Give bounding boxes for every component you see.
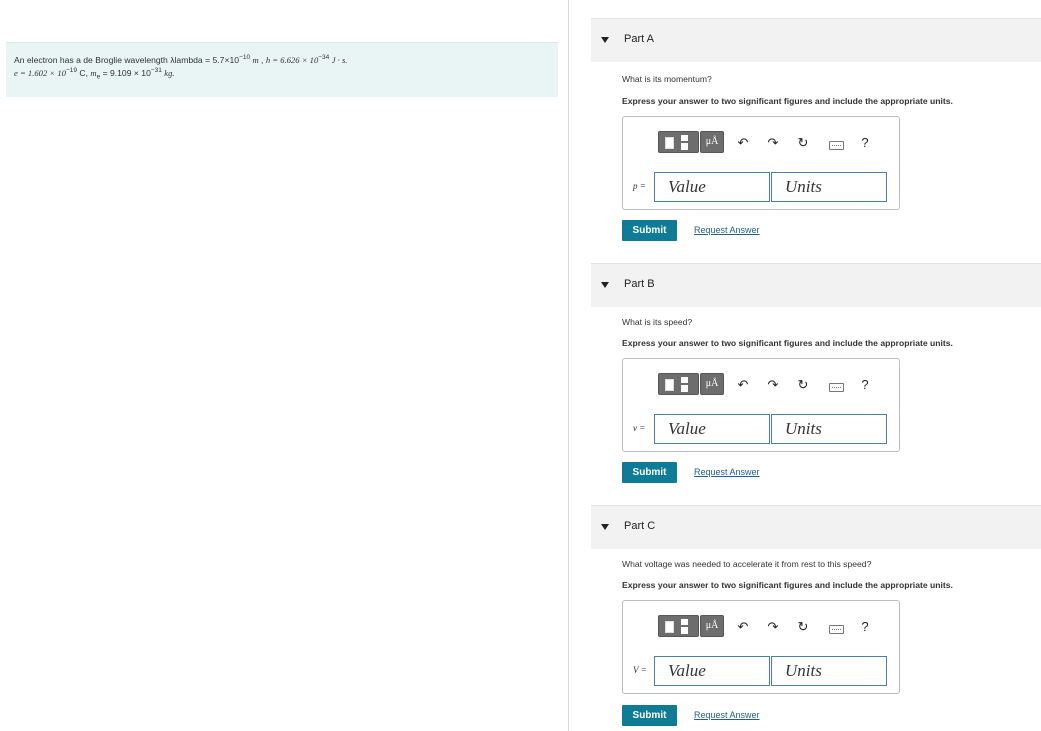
units-button[interactable]: μÅ	[700, 615, 724, 637]
charge-unit: C,	[79, 68, 88, 78]
undo-icon[interactable]: ↶	[735, 619, 751, 635]
problem-statement: An electron has a de Broglie wavelength …	[6, 42, 558, 97]
part-c-value-input[interactable]: Value	[654, 656, 770, 686]
part-b-units-input[interactable]: Units	[771, 414, 887, 444]
part-a-request-answer-link[interactable]: Request Answer	[694, 225, 760, 235]
collapse-triangle-icon[interactable]	[601, 524, 609, 530]
electron-mass-subscript: e	[96, 73, 101, 81]
help-icon[interactable]: ?	[857, 377, 873, 393]
part-b-submit-button[interactable]: Submit	[622, 462, 677, 483]
part-b-question: What is its speed?	[622, 317, 693, 327]
part-c-question: What voltage was needed to accelerate it…	[622, 559, 872, 569]
problem-line-1: An electron has a de Broglie wavelength …	[14, 54, 348, 65]
problem-line-2: e = 1.602 × 10−19 C, me = 9.109 × 10−31 …	[14, 67, 558, 80]
problem-intro: An electron has a de Broglie wavelength …	[14, 55, 240, 65]
part-b-instruction: Express your answer to two significant f…	[622, 338, 953, 348]
part-b-header[interactable]: Part B	[591, 263, 1041, 307]
answer-pane: Part A What is its momentum? Express you…	[569, 0, 1041, 731]
part-c-request-answer-link[interactable]: Request Answer	[694, 710, 760, 720]
lambda-exponent: −10	[239, 54, 251, 62]
part-b-request-answer-link[interactable]: Request Answer	[694, 467, 760, 477]
templates-icon[interactable]	[658, 615, 699, 637]
keyboard-icon[interactable]	[829, 383, 844, 392]
part-b-answer-box: μÅ ↶ ↷ ↻ ? v = Value Units	[622, 358, 900, 452]
charge-exponent: −19	[65, 67, 77, 75]
collapse-triangle-icon[interactable]	[601, 282, 609, 288]
collapse-triangle-icon[interactable]	[601, 37, 609, 43]
mass-unit: kg.	[164, 68, 175, 78]
part-a-units-input[interactable]: Units	[771, 172, 887, 202]
part-c-submit-button[interactable]: Submit	[622, 705, 677, 726]
part-c-title: Part C	[624, 520, 656, 532]
part-a-variable: p =	[633, 181, 646, 191]
part-a-header[interactable]: Part A	[591, 18, 1041, 62]
help-icon[interactable]: ?	[857, 135, 873, 151]
part-a-title: Part A	[624, 33, 654, 45]
reset-icon[interactable]: ↻	[795, 619, 811, 635]
part-a-value-input[interactable]: Value	[654, 172, 770, 202]
part-a-submit-button[interactable]: Submit	[622, 220, 677, 241]
part-b-title: Part B	[624, 278, 655, 290]
part-c-answer-box: μÅ ↶ ↷ ↻ ? V = Value Units	[622, 600, 900, 694]
part-a-answer-box: μÅ ↶ ↷ ↻ ? p = Value Units	[622, 116, 900, 210]
redo-icon[interactable]: ↷	[765, 377, 781, 393]
part-a-question: What is its momentum?	[622, 74, 712, 84]
elementary-charge: e = 1.602 × 10	[14, 68, 66, 78]
planck-unit: J · s.	[331, 55, 348, 65]
redo-icon[interactable]: ↷	[765, 135, 781, 151]
part-b-value-input[interactable]: Value	[654, 414, 770, 444]
keyboard-icon[interactable]	[829, 625, 844, 634]
templates-icon[interactable]	[658, 373, 699, 395]
part-a-instruction: Express your answer to two significant f…	[622, 96, 953, 106]
help-icon[interactable]: ?	[857, 619, 873, 635]
planck-constant: h = 6.626 × 10	[265, 55, 319, 65]
part-c-variable: V =	[633, 665, 647, 675]
undo-icon[interactable]: ↶	[735, 377, 751, 393]
redo-icon[interactable]: ↷	[765, 619, 781, 635]
planck-exponent: −34	[318, 54, 330, 62]
lambda-unit: m	[252, 55, 259, 65]
mass-exponent: −31	[150, 67, 162, 75]
reset-icon[interactable]: ↻	[795, 377, 811, 393]
units-button[interactable]: μÅ	[700, 131, 724, 153]
part-b-variable: v =	[633, 423, 646, 433]
part-c-units-input[interactable]: Units	[771, 656, 887, 686]
electron-mass-value: = 9.109 × 10	[102, 68, 151, 78]
part-c-header[interactable]: Part C	[591, 505, 1041, 549]
problem-pane: An electron has a de Broglie wavelength …	[0, 0, 568, 731]
undo-icon[interactable]: ↶	[735, 135, 751, 151]
reset-icon[interactable]: ↻	[795, 135, 811, 151]
part-c-instruction: Express your answer to two significant f…	[622, 580, 953, 590]
keyboard-icon[interactable]	[829, 141, 844, 150]
templates-icon[interactable]	[658, 131, 699, 153]
units-button[interactable]: μÅ	[700, 373, 724, 395]
